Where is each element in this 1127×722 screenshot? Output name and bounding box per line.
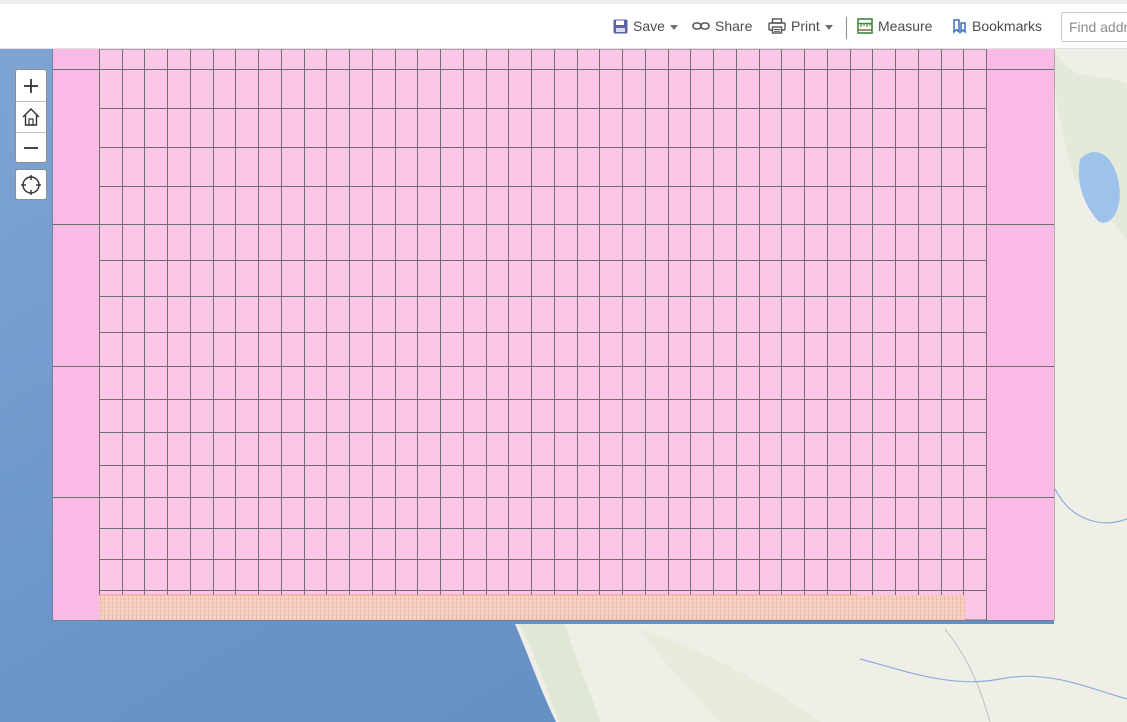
bookmarks-button[interactable]: Bookmarks (951, 14, 1042, 38)
map-viewer-app: Save Share Print Measure Bookmarks Find … (0, 0, 1127, 722)
print-button[interactable]: Print (768, 14, 833, 38)
save-icon (613, 19, 628, 34)
home-icon (22, 107, 40, 126)
save-button[interactable]: Save (613, 14, 678, 38)
share-button[interactable]: Share (692, 14, 752, 38)
print-label: Print (791, 18, 820, 34)
grid-outer-extent[interactable] (52, 49, 1055, 621)
share-label: Share (715, 18, 753, 34)
grid-layer[interactable] (52, 49, 1055, 621)
bookmark-icon (951, 18, 967, 34)
locate-icon (21, 174, 41, 195)
measure-label: Measure (878, 18, 933, 34)
toolbar-divider (846, 17, 847, 39)
zoom-control (15, 69, 47, 163)
map-canvas[interactable] (0, 49, 1127, 722)
zoom-in-button[interactable] (16, 70, 46, 101)
link-icon (692, 20, 710, 32)
measure-button[interactable]: Measure (857, 14, 932, 38)
ruler-icon (857, 18, 873, 34)
grid-right-band (986, 49, 1054, 620)
minus-icon (24, 146, 38, 149)
hatched-strip (99, 595, 965, 620)
locate-button[interactable] (15, 169, 47, 200)
printer-icon (768, 18, 786, 34)
top-toolbar: Save Share Print Measure Bookmarks Find … (0, 0, 1127, 49)
save-dropdown-caret-icon (669, 24, 678, 30)
map-view[interactable] (0, 49, 1127, 722)
search-input[interactable] (1061, 12, 1127, 42)
bookmarks-label: Bookmarks (972, 18, 1043, 34)
print-dropdown-caret-icon (824, 24, 833, 30)
zoom-out-button[interactable] (16, 132, 46, 163)
plus-icon (24, 78, 38, 93)
save-label: Save (633, 18, 665, 34)
grid-left-band (53, 49, 99, 620)
home-button[interactable] (16, 101, 46, 132)
